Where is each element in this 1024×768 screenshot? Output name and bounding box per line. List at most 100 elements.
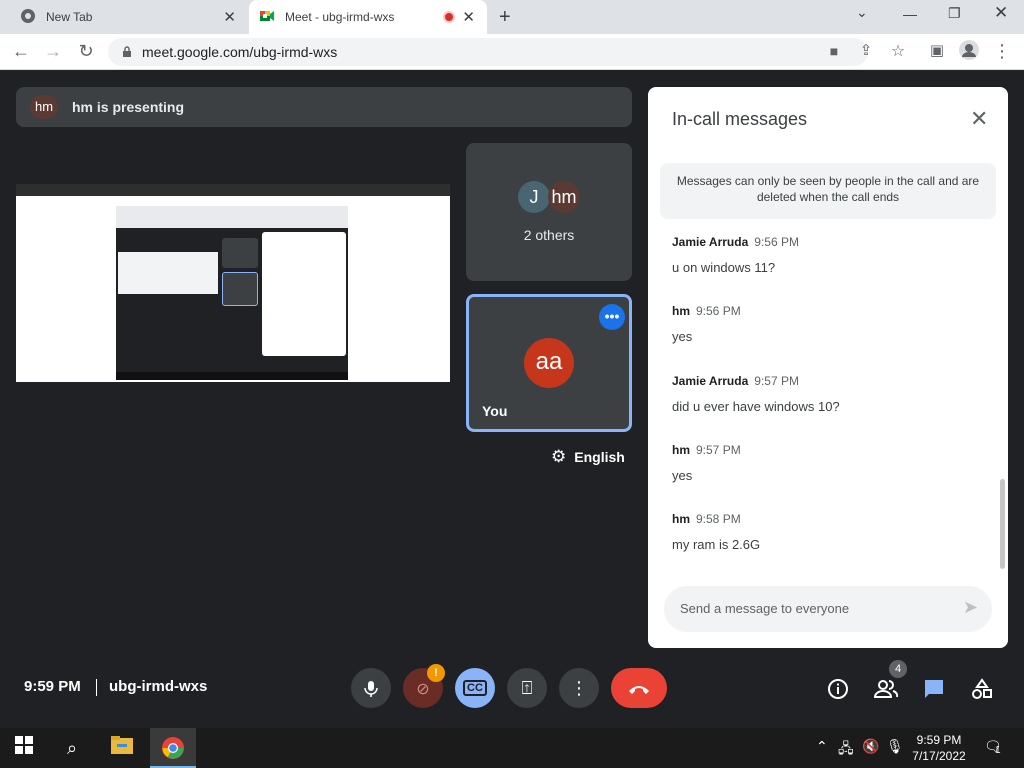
browser-tab-bar: New Tab ✕ Meet - ubg-irmd-wxs ✕ + ⌄ — ❐ …: [0, 0, 1024, 34]
message-sender: hm: [672, 304, 690, 318]
message-time: 9:56 PM: [696, 304, 741, 318]
chat-message: hm 9:56 PM yes: [672, 302, 741, 344]
close-icon[interactable]: ✕: [970, 106, 988, 132]
chat-icon: [925, 679, 943, 698]
chat-message: Jamie Arruda 9:57 PM did u ever have wind…: [672, 372, 840, 414]
message-text: yes: [672, 329, 693, 344]
message-text: u on windows 11?: [672, 260, 776, 275]
side-panel-icon[interactable]: ▣: [926, 41, 948, 59]
send-icon[interactable]: ➤: [963, 597, 978, 618]
share-icon[interactable]: ⇪: [855, 41, 877, 59]
shared-screen-window: [116, 206, 348, 378]
close-tab-icon[interactable]: ✕: [462, 8, 475, 26]
chevron-up-icon[interactable]: ⌃: [816, 738, 828, 755]
notification-count: 1: [995, 745, 1001, 756]
tab-search-icon[interactable]: ⌄: [856, 4, 868, 21]
message-sender: Jamie Arruda: [672, 235, 749, 249]
windows-start-icon[interactable]: [12, 736, 36, 760]
present-screen-icon: ⍐: [521, 678, 533, 698]
message-time: 9:57 PM: [754, 374, 799, 388]
message-sender: Jamie Arruda: [672, 374, 749, 388]
participant-tile-others[interactable]: J hm 2 others: [466, 143, 632, 281]
restore-button[interactable]: ❐: [948, 5, 961, 22]
message-text: did u ever have windows 10?: [672, 399, 840, 414]
participant-name: You: [482, 403, 508, 419]
participant-tile-you[interactable]: aa You •••: [466, 294, 632, 432]
people-count-badge: 4: [889, 660, 907, 678]
network-icon[interactable]: 🖧: [838, 738, 854, 762]
presenting-text: hm is presenting: [72, 99, 185, 115]
camera-in-use-icon[interactable]: ■: [823, 43, 845, 59]
info-icon: [828, 678, 848, 699]
chat-message-input[interactable]: Send a message to everyone ➤: [664, 586, 992, 632]
avatar: J: [518, 181, 550, 213]
message-sender: hm: [672, 443, 690, 457]
microphone-button[interactable]: [351, 668, 391, 708]
tab-new-tab[interactable]: New Tab ✕: [8, 0, 248, 34]
language-label: English: [574, 449, 625, 465]
camera-button[interactable]: ⊘ !: [403, 664, 445, 708]
lock-icon: [123, 46, 131, 57]
present-button[interactable]: ⍐: [507, 668, 547, 708]
leave-call-button[interactable]: [611, 668, 667, 708]
shared-screen-tabbar: [16, 184, 450, 196]
chat-message: Jamie Arruda 9:56 PM u on windows 11?: [672, 233, 799, 275]
people-button[interactable]: [872, 674, 900, 702]
tab-title: Meet - ubg-irmd-wxs: [285, 10, 395, 24]
more-vert-icon: ⋮: [570, 678, 588, 698]
tab-title: New Tab: [46, 10, 93, 24]
meeting-clock: 9:59 PM: [24, 678, 81, 695]
browser-toolbar: ← → ↻ meet.google.com/ubg-irmd-wxs ■ ⇪ ☆…: [0, 34, 1024, 70]
more-options-icon[interactable]: •••: [599, 304, 625, 330]
minimize-button[interactable]: —: [903, 6, 917, 22]
search-icon[interactable]: ⌕: [60, 736, 84, 760]
message-sender: hm: [672, 512, 690, 526]
message-time: 9:57 PM: [696, 443, 741, 457]
warning-badge: !: [427, 664, 445, 682]
close-tab-icon[interactable]: ✕: [223, 8, 236, 26]
in-call-messages-panel: In-call messages ✕ Messages can only be …: [648, 87, 1008, 648]
activities-button[interactable]: [968, 674, 996, 702]
chat-message: hm 9:58 PM my ram is 2.6G: [672, 510, 760, 552]
shared-screen: [16, 184, 450, 382]
chat-notice: Messages can only be seen by people in t…: [660, 163, 996, 219]
reload-icon[interactable]: ↻: [75, 41, 97, 62]
recording-icon: [443, 11, 455, 23]
message-text: my ram is 2.6G: [672, 537, 761, 552]
tab-meet[interactable]: Meet - ubg-irmd-wxs ✕: [249, 0, 487, 34]
message-time: 9:58 PM: [696, 512, 741, 526]
browser-menu-icon[interactable]: ⋮: [991, 41, 1013, 62]
system-clock[interactable]: 9:59 PM 7/17/2022: [910, 732, 968, 764]
profile-icon[interactable]: [958, 39, 980, 66]
captions-button[interactable]: CC: [455, 668, 495, 708]
avatar: hm: [30, 95, 58, 119]
bookmark-star-icon[interactable]: ☆: [887, 41, 909, 61]
camera-off-icon: ⊘: [416, 681, 430, 698]
taskbar-chrome-button[interactable]: [150, 728, 196, 768]
new-tab-button[interactable]: +: [499, 6, 511, 29]
divider: [96, 679, 97, 696]
system-date: 7/17/2022: [912, 749, 966, 763]
more-options-button[interactable]: ⋮: [559, 668, 599, 708]
activities-icon: [972, 677, 992, 699]
volume-muted-icon[interactable]: 🔇: [862, 738, 879, 755]
back-arrow-icon[interactable]: ←: [10, 41, 32, 62]
people-icon: [873, 679, 899, 698]
microphone-icon[interactable]: 🎙: [886, 738, 904, 755]
panel-title: In-call messages: [672, 109, 808, 129]
chat-scrollbar[interactable]: [1000, 479, 1005, 569]
gear-icon: ⚙: [551, 447, 567, 466]
caption-language-button[interactable]: ⚙ English: [551, 446, 625, 468]
forward-arrow-icon[interactable]: →: [42, 41, 64, 62]
message-time: 9:56 PM: [754, 235, 799, 249]
close-window-button[interactable]: ✕: [994, 3, 1008, 23]
url-text: meet.google.com/ubg-irmd-wxs: [142, 44, 338, 60]
system-time: 9:59 PM: [916, 733, 962, 747]
input-placeholder: Send a message to everyone: [680, 601, 850, 616]
windows-taskbar: ⌕ ⌃ 🖧 🔇 🎙 9:59 PM 7/17/2022 🗨 1: [0, 728, 1024, 768]
chat-button[interactable]: [920, 674, 948, 702]
file-explorer-icon[interactable]: [110, 736, 134, 760]
meeting-details-button[interactable]: [824, 674, 852, 702]
address-bar[interactable]: meet.google.com/ubg-irmd-wxs: [108, 38, 868, 66]
meeting-code: ubg-irmd-wxs: [109, 678, 208, 695]
